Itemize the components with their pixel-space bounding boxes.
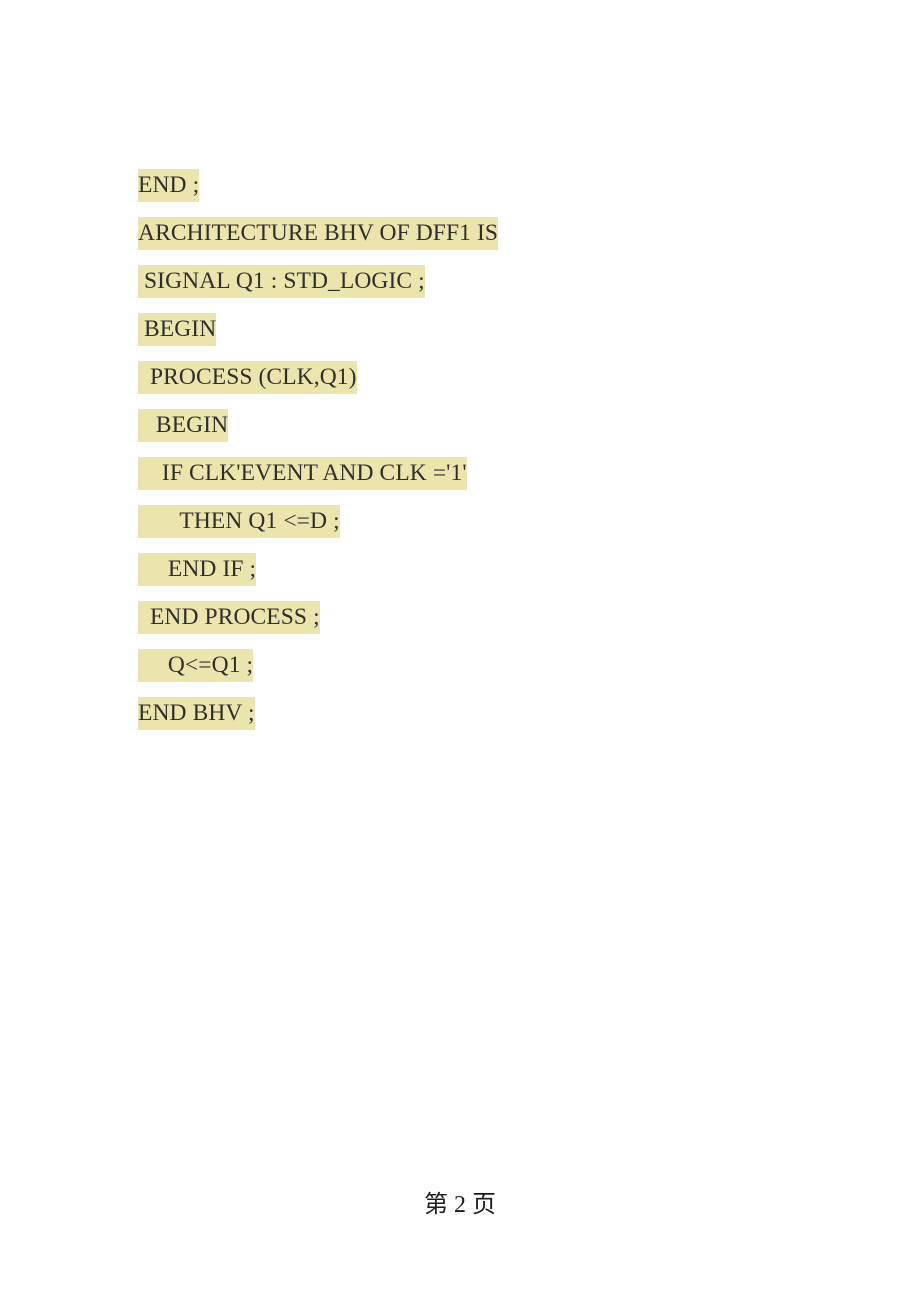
code-line-text: THEN Q1 <=D ; [138, 505, 340, 538]
code-line: ARCHITECTURE BHV OF DFF1 IS [138, 168, 778, 250]
code-line-text: END ; [138, 169, 200, 202]
vhdl-code-block: END ; ARCHITECTURE BHV OF DFF1 IS SIGNAL… [138, 120, 778, 730]
code-line-text: END BHV ; [138, 697, 255, 730]
code-line: PROCESS (CLK,Q1) [138, 312, 778, 394]
code-line-text: BEGIN [138, 313, 217, 346]
code-line-text: SIGNAL Q1 : STD_LOGIC ; [138, 265, 425, 298]
code-line: END ; [138, 120, 778, 202]
code-line: IF CLK'EVENT AND CLK ='1' [138, 408, 778, 490]
code-line-text: END IF ; [138, 553, 257, 586]
document-page: END ; ARCHITECTURE BHV OF DFF1 IS SIGNAL… [0, 0, 920, 1302]
code-line-text: BEGIN [138, 409, 229, 442]
code-line-text: PROCESS (CLK,Q1) [138, 361, 357, 394]
code-line-text: Q<=Q1 ; [138, 649, 254, 682]
code-line-text: IF CLK'EVENT AND CLK ='1' [138, 457, 467, 490]
code-line-text: ARCHITECTURE BHV OF DFF1 IS [138, 217, 499, 250]
page-number-footer: 第 2 页 [424, 1192, 496, 1218]
code-line-text: END PROCESS ; [138, 601, 320, 634]
